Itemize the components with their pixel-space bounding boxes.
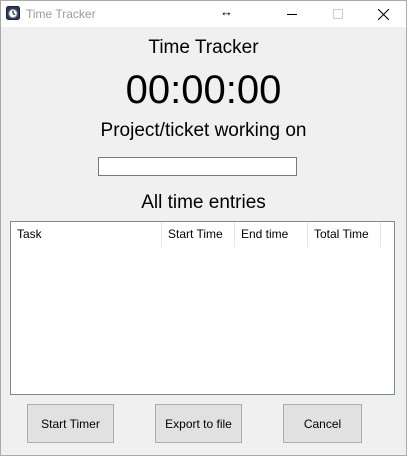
start-timer-button[interactable]: Start Timer <box>27 404 114 443</box>
export-to-file-button[interactable]: Export to file <box>155 404 242 443</box>
column-header-start-time[interactable]: Start Time <box>162 222 235 247</box>
app-window: Time Tracker ↔ Time Tracker 00:00:00 Pro… <box>0 0 407 456</box>
timer-display: 00:00:00 <box>125 68 282 112</box>
column-header-end-time[interactable]: End time <box>235 222 308 247</box>
project-label: Project/ticket working on <box>100 120 307 141</box>
maximize-icon <box>333 9 343 19</box>
column-header-total-time[interactable]: Total Time <box>308 222 381 247</box>
title-bar[interactable]: Time Tracker ↔ <box>1 1 406 27</box>
minimize-button[interactable] <box>269 1 315 27</box>
close-button[interactable] <box>360 1 406 27</box>
app-heading: Time Tracker <box>148 37 259 58</box>
close-icon <box>377 8 389 20</box>
time-entries-list[interactable]: Task Start Time End time Total Time <box>10 221 395 395</box>
minimize-icon <box>287 14 297 15</box>
window-title: Time Tracker <box>26 7 96 21</box>
entries-heading: All time entries <box>141 192 266 213</box>
project-input[interactable] <box>98 157 297 176</box>
column-header-task[interactable]: Task <box>11 222 162 247</box>
stopwatch-icon <box>6 6 20 20</box>
maximize-button[interactable] <box>315 1 361 27</box>
list-header: Task Start Time End time Total Time <box>11 222 394 247</box>
resize-arrows-icon: ↔ <box>220 4 233 19</box>
cancel-button[interactable]: Cancel <box>283 404 362 443</box>
